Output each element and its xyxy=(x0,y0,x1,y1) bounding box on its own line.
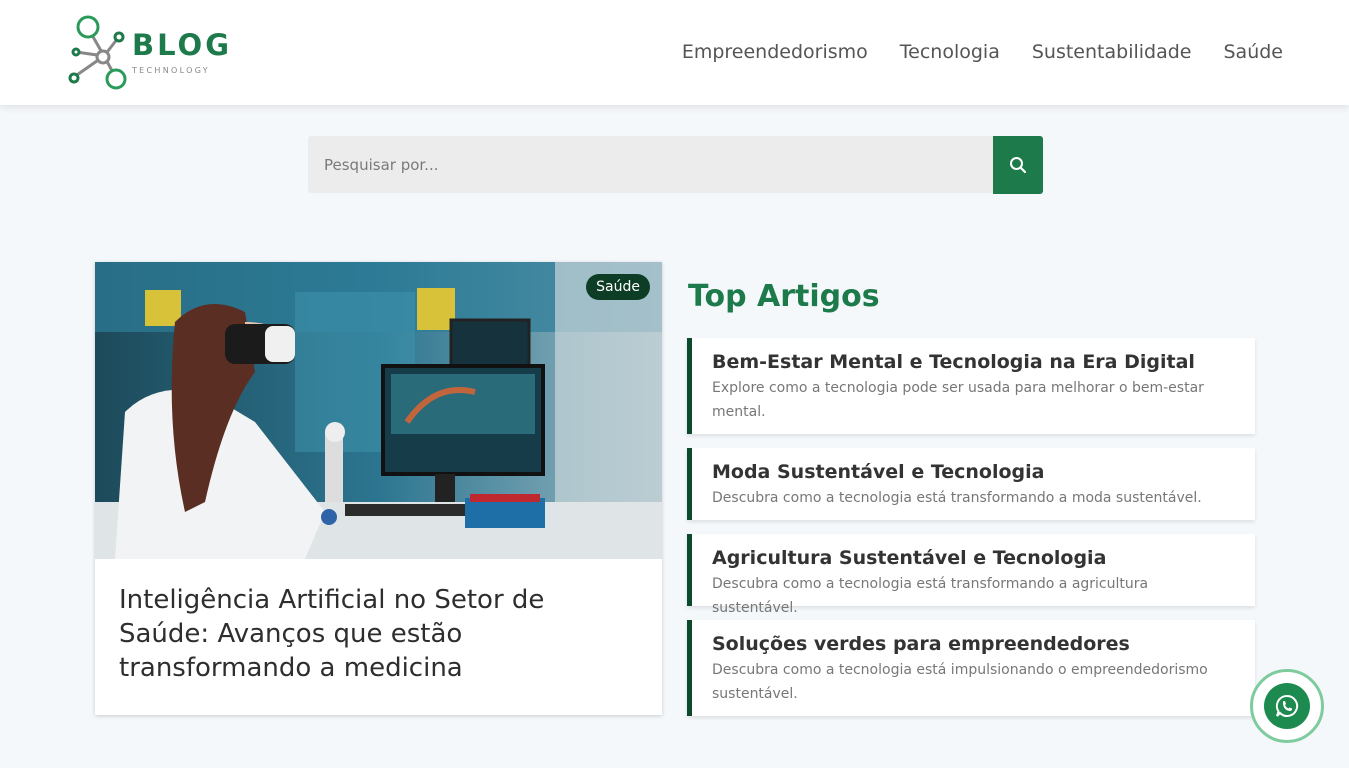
whatsapp-icon xyxy=(1275,694,1299,717)
search-icon xyxy=(1010,157,1027,174)
article-title[interactable]: Soluções verdes para empreendedores xyxy=(712,630,1235,658)
logo[interactable]: BLOG TECHNOLOGY xyxy=(64,14,234,92)
article-description: Explore como a tecnologia pode ser usada… xyxy=(712,380,1204,420)
top-article-item[interactable]: Agricultura Sustentável e Tecnologia Des… xyxy=(687,534,1255,616)
site-header: BLOG TECHNOLOGY Empreendedorismo Tecnolo… xyxy=(0,0,1349,105)
search-button[interactable] xyxy=(993,136,1043,194)
nav-sustentabilidade[interactable]: Sustentabilidade xyxy=(1032,41,1192,63)
top-article-item[interactable]: Bem-Estar Mental e Tecnologia na Era Dig… xyxy=(687,338,1255,434)
featured-article-card[interactable]: Saúde Inteligência Artificial no Setor d… xyxy=(95,262,662,715)
whatsapp-button[interactable] xyxy=(1250,669,1324,743)
featured-article-image[interactable]: Saúde xyxy=(95,262,662,559)
top-article-item[interactable]: Soluções verdes para empreendedores Desc… xyxy=(687,620,1255,716)
search-bar xyxy=(308,136,1043,194)
nav-empreendedorismo[interactable]: Empreendedorismo xyxy=(682,41,868,63)
molecule-logo-icon xyxy=(68,15,127,90)
featured-article-title[interactable]: Inteligência Artificial no Setor de Saúd… xyxy=(119,583,639,685)
top-article-item[interactable]: Moda Sustentável e Tecnologia Descubra c… xyxy=(687,448,1255,520)
article-title[interactable]: Bem-Estar Mental e Tecnologia na Era Dig… xyxy=(712,348,1235,376)
nav-saude[interactable]: Saúde xyxy=(1224,41,1284,63)
logo-subtitle: TECHNOLOGY xyxy=(132,66,210,75)
nav-tecnologia[interactable]: Tecnologia xyxy=(900,41,1000,63)
article-title[interactable]: Moda Sustentável e Tecnologia xyxy=(712,458,1235,486)
article-description: Descubra como a tecnologia está transfor… xyxy=(712,576,1149,616)
article-title[interactable]: Agricultura Sustentável e Tecnologia xyxy=(712,544,1235,572)
article-description: Descubra como a tecnologia está transfor… xyxy=(712,490,1202,506)
category-badge[interactable]: Saúde xyxy=(586,274,650,300)
search-input[interactable] xyxy=(308,136,993,193)
whatsapp-icon-bg xyxy=(1264,683,1310,729)
main-nav: Empreendedorismo Tecnologia Sustentabili… xyxy=(682,41,1283,63)
article-description: Descubra como a tecnologia está impulsio… xyxy=(712,662,1208,702)
top-articles-heading: Top Artigos xyxy=(688,279,880,314)
logo-word: BLOG xyxy=(132,28,233,62)
